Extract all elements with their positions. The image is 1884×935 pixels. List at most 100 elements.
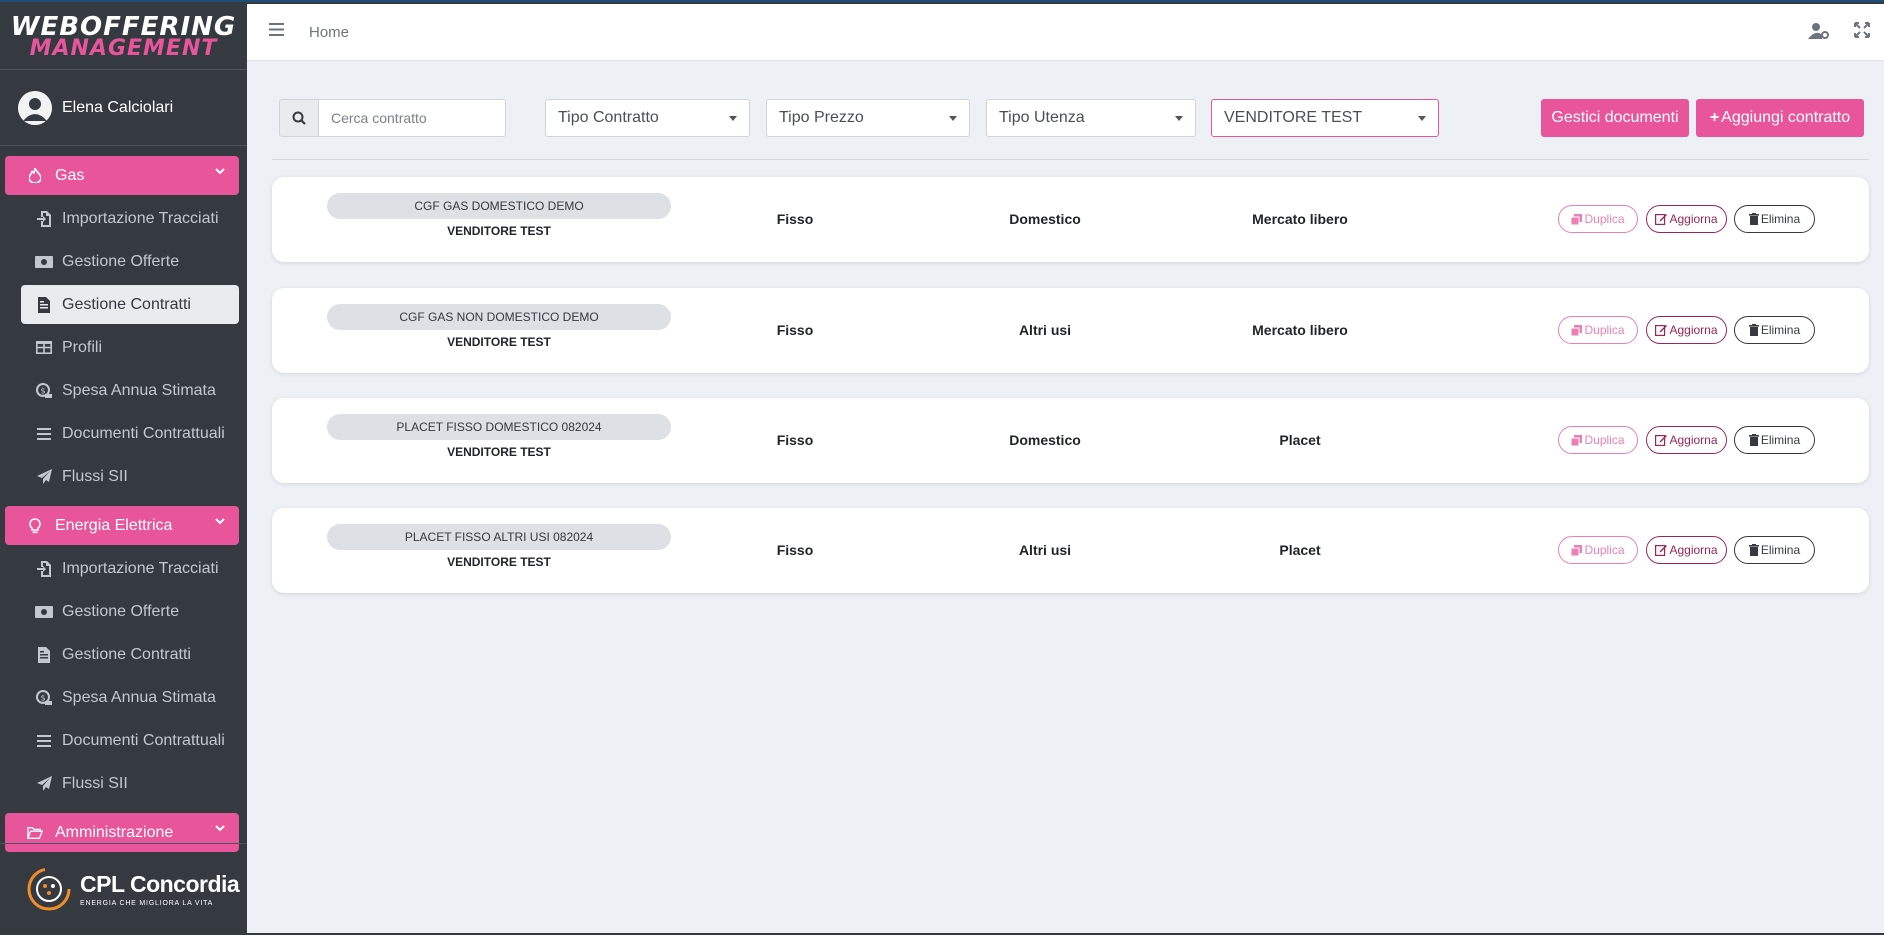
user-settings-icon[interactable] (1808, 22, 1830, 45)
sidebar-item-energia-contratti[interactable]: Gestione Contratti (21, 635, 239, 674)
contract-mercato: Mercato libero (1252, 322, 1348, 338)
contract-card: PLACET FISSO DOMESTICO 082024 VENDITORE … (272, 398, 1869, 483)
sidebar-item-gas-offerte[interactable]: Gestione Offerte (21, 242, 239, 281)
tipo-utenza-select[interactable]: Tipo Utenza (986, 99, 1196, 137)
sidebar-item-gas-spesa[interactable]: $ Spesa Annua Stimata (21, 371, 239, 410)
tipo-prezzo-select[interactable]: Tipo Prezzo (766, 99, 970, 137)
button-label: Elimina (1760, 212, 1801, 226)
caret-down-icon (729, 116, 737, 121)
search-group (279, 99, 506, 137)
plus-icon: + (1709, 109, 1720, 126)
contract-vendor: VENDITORE TEST (447, 224, 551, 238)
contract-tipo-prezzo: Fisso (776, 322, 814, 338)
company-logo: CPL Concordia ENERGIA CHE MIGLIORA LA VI… (0, 843, 247, 933)
money-bill-icon (35, 255, 53, 268)
button-label: Aggiorna (1669, 323, 1718, 337)
sidebar-item-gas-profili[interactable]: Profili (21, 328, 239, 367)
aggiungi-contratto-button[interactable]: + Aggiungi contratto (1696, 99, 1864, 137)
elimina-button[interactable]: Elimina (1734, 316, 1815, 344)
contract-name: PLACET FISSO ALTRI USI 082024 (327, 524, 671, 550)
aggiorna-button[interactable]: Aggiorna (1646, 205, 1727, 233)
sidebar-item-label: Flussi SII (62, 467, 128, 485)
divider (272, 159, 1869, 160)
sidebar-item-label: Gestione Offerte (62, 602, 180, 620)
main-content: Home Tipo Contratto Tipo Prezzo Tipo Ut (247, 4, 1884, 933)
user-panel[interactable]: Elena Calciolari (0, 70, 247, 146)
select-value: Tipo Contratto (558, 109, 659, 126)
duplica-button[interactable]: Duplica (1558, 205, 1638, 233)
button-label: Duplica (1584, 543, 1625, 557)
trash-icon (1748, 544, 1759, 556)
sidebar-item-label: Importazione Tracciati (62, 209, 219, 227)
sidebar-item-gas-flussi[interactable]: Flussi SII (21, 457, 239, 496)
sidebar-item-energia-importazione[interactable]: Importazione Tracciati (21, 549, 239, 588)
sidebar-item-gas-documenti[interactable]: Documenti Contrattuali (21, 414, 239, 453)
sidebar-item-energia-flussi[interactable]: Flussi SII (21, 764, 239, 803)
duplica-button[interactable]: Duplica (1558, 316, 1638, 344)
button-label: Aggiungi contratto (1721, 109, 1851, 126)
sidebar-item-label: Flussi SII (62, 774, 128, 792)
search-button[interactable] (279, 99, 318, 137)
contract-mercato: Placet (1279, 542, 1321, 558)
hamburger-menu-icon[interactable] (269, 23, 285, 41)
venditore-select[interactable]: VENDITORE TEST (1211, 99, 1439, 137)
sidebar-item-gas-importazione[interactable]: Importazione Tracciati (21, 199, 239, 238)
lightbulb-icon (27, 517, 43, 534)
duplica-button[interactable]: Duplica (1558, 426, 1638, 454)
file-import-icon (35, 210, 53, 227)
contract-tipo-prezzo: Fisso (776, 211, 814, 227)
trash-icon (1748, 213, 1759, 225)
tipo-contratto-select[interactable]: Tipo Contratto (545, 99, 750, 137)
svg-text:$: $ (40, 694, 45, 703)
sidebar-item-gas-contratti[interactable]: Gestione Contratti (21, 285, 239, 324)
elimina-button[interactable]: Elimina (1734, 536, 1815, 564)
copy-icon (1571, 213, 1583, 225)
gestisci-documenti-button[interactable]: Gestici documenti (1541, 99, 1689, 137)
coins-icon: $ (35, 383, 53, 398)
contract-mercato: Placet (1279, 432, 1321, 448)
nav-group-label: Amministrazione (55, 823, 174, 841)
button-label: Elimina (1760, 433, 1801, 447)
money-bill-icon (35, 605, 53, 618)
caret-down-icon (1175, 116, 1183, 121)
button-label: Aggiorna (1669, 543, 1718, 557)
cpl-logo-icon (27, 867, 71, 910)
trash-icon (1748, 324, 1759, 336)
button-label: Aggiorna (1669, 433, 1718, 447)
sidebar-item-energia-spesa[interactable]: $ Spesa Annua Stimata (21, 678, 239, 717)
contract-tipo-utenza: Altri usi (1018, 322, 1072, 338)
contract-name: PLACET FISSO DOMESTICO 082024 (327, 414, 671, 440)
company-name: CPL Concordia (80, 870, 240, 897)
fullscreen-icon[interactable] (1854, 22, 1870, 45)
caret-down-icon (1418, 116, 1426, 121)
duplica-button[interactable]: Duplica (1558, 536, 1638, 564)
edit-icon (1655, 214, 1668, 225)
file-contract-icon (35, 646, 53, 663)
fire-icon (27, 168, 43, 183)
button-label: Aggiorna (1669, 212, 1718, 226)
aggiorna-button[interactable]: Aggiorna (1646, 536, 1727, 564)
contract-card: CGF GAS DOMESTICO DEMO VENDITORE TEST Fi… (272, 177, 1869, 262)
contract-vendor: VENDITORE TEST (447, 555, 551, 569)
search-icon (292, 111, 306, 125)
breadcrumb-home[interactable]: Home (309, 24, 349, 41)
trash-icon (1748, 434, 1759, 446)
table-icon (35, 341, 53, 354)
folder-open-icon (27, 826, 43, 840)
nav-group-energia[interactable]: Energia Elettrica (5, 506, 239, 545)
search-input[interactable] (318, 99, 506, 137)
sidebar-item-energia-documenti[interactable]: Documenti Contrattuali (21, 721, 239, 760)
nav-group-gas[interactable]: Gas (5, 156, 239, 195)
brand-logo[interactable]: WEBOFFERING MANAGEMENT (0, 4, 247, 70)
nav-group-label: Energia Elettrica (55, 516, 173, 534)
elimina-button[interactable]: Elimina (1734, 426, 1815, 454)
aggiorna-button[interactable]: Aggiorna (1646, 426, 1727, 454)
contract-card: PLACET FISSO ALTRI USI 082024 VENDITORE … (272, 508, 1869, 593)
button-label: Elimina (1760, 323, 1801, 337)
elimina-button[interactable]: Elimina (1734, 205, 1815, 233)
caret-down-icon (949, 116, 957, 121)
sidebar-item-label: Spesa Annua Stimata (62, 381, 216, 399)
sidebar-item-energia-offerte[interactable]: Gestione Offerte (21, 592, 239, 631)
aggiorna-button[interactable]: Aggiorna (1646, 316, 1727, 344)
copy-icon (1571, 324, 1583, 336)
